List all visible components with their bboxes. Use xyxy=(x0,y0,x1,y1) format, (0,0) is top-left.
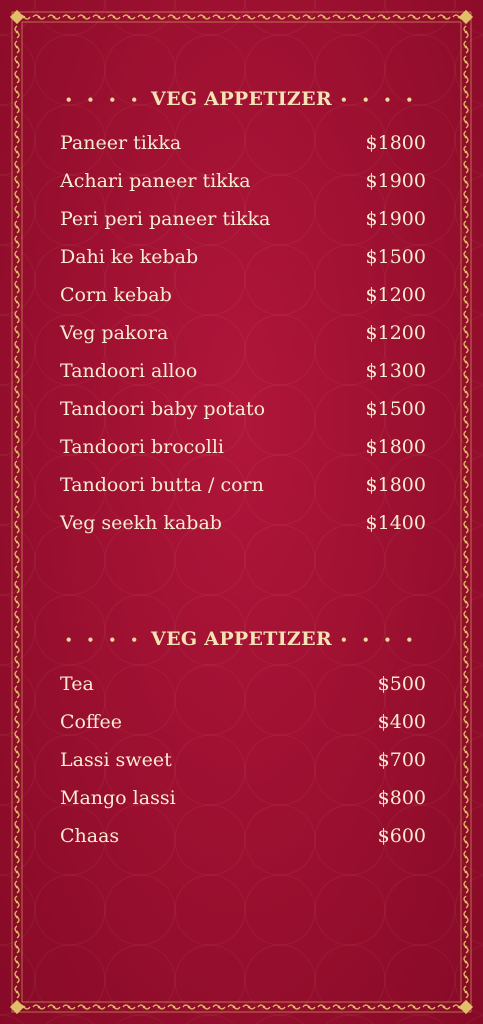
item-name: Veg pakora xyxy=(60,322,169,344)
section-title-text: VEG APPETIZER xyxy=(151,88,332,110)
item-price: $1500 xyxy=(365,246,426,268)
item-price: $1800 xyxy=(365,474,426,496)
item-name: Chaas xyxy=(60,825,120,847)
menu-item: Mango lassi $800 xyxy=(60,787,426,813)
item-name: Tandoori alloo xyxy=(60,360,198,382)
item-name: Tandoori baby potato xyxy=(60,398,266,420)
menu-item: Dahi ke kebab $1500 xyxy=(60,246,426,272)
menu-item: Corn kebab $1200 xyxy=(60,284,426,310)
item-name: Lassi sweet xyxy=(60,749,172,771)
item-name: Tandoori butta / corn xyxy=(60,474,264,496)
item-price: $1900 xyxy=(365,208,426,230)
item-name: Achari paneer tikka xyxy=(60,170,251,192)
item-price: $700 xyxy=(377,749,426,771)
item-price: $1200 xyxy=(365,284,426,306)
section-title-veg-appetizer: • • • • VEG APPETIZER • • • • xyxy=(0,88,483,110)
item-price: $1800 xyxy=(365,436,426,458)
title-dots-right: • • • • xyxy=(339,633,419,647)
item-price: $1400 xyxy=(365,512,426,534)
menu-item: Veg pakora $1200 xyxy=(60,322,426,348)
menu-item: Achari paneer tikka $1900 xyxy=(60,170,426,196)
menu-item: Peri peri paneer tikka $1900 xyxy=(60,208,426,234)
title-dots-left: • • • • xyxy=(64,633,144,647)
menu-item: Tandoori baby potato $1500 xyxy=(60,398,426,424)
section-title-text: VEG APPETIZER xyxy=(151,628,332,650)
item-price: $1500 xyxy=(365,398,426,420)
item-name: Corn kebab xyxy=(60,284,172,306)
item-name: Paneer tikka xyxy=(60,132,182,154)
title-dots-left: • • • • xyxy=(64,93,144,107)
item-price: $1800 xyxy=(365,132,426,154)
menu-item: Coffee $400 xyxy=(60,711,426,737)
menu-item: Lassi sweet $700 xyxy=(60,749,426,775)
item-price: $1200 xyxy=(365,322,426,344)
menu-item: Paneer tikka $1800 xyxy=(60,132,426,158)
menu-item: Tandoori butta / corn $1800 xyxy=(60,474,426,500)
item-name: Coffee xyxy=(60,711,122,733)
title-dots-right: • • • • xyxy=(339,93,419,107)
item-name: Dahi ke kebab xyxy=(60,246,199,268)
section-title-beverages: • • • • VEG APPETIZER • • • • xyxy=(0,628,483,650)
item-price: $1300 xyxy=(365,360,426,382)
menu-item: Chaas $600 xyxy=(60,825,426,851)
menu-item: Tandoori brocolli $1800 xyxy=(60,436,426,462)
item-name: Peri peri paneer tikka xyxy=(60,208,271,230)
menu-item: Tea $500 xyxy=(60,673,426,699)
menu-item: Tandoori alloo $1300 xyxy=(60,360,426,386)
item-name: Veg seekh kabab xyxy=(60,512,222,534)
item-name: Tea xyxy=(60,673,94,695)
item-price: $600 xyxy=(377,825,426,847)
item-price: $1900 xyxy=(365,170,426,192)
item-price: $400 xyxy=(377,711,426,733)
menu-item: Veg seekh kabab $1400 xyxy=(60,512,426,538)
menu-card: • • • • VEG APPETIZER • • • • Paneer tikka… xyxy=(0,0,483,1024)
item-name: Tandoori brocolli xyxy=(60,436,224,458)
item-name: Mango lassi xyxy=(60,787,176,809)
item-price: $800 xyxy=(377,787,426,809)
item-price: $500 xyxy=(377,673,426,695)
